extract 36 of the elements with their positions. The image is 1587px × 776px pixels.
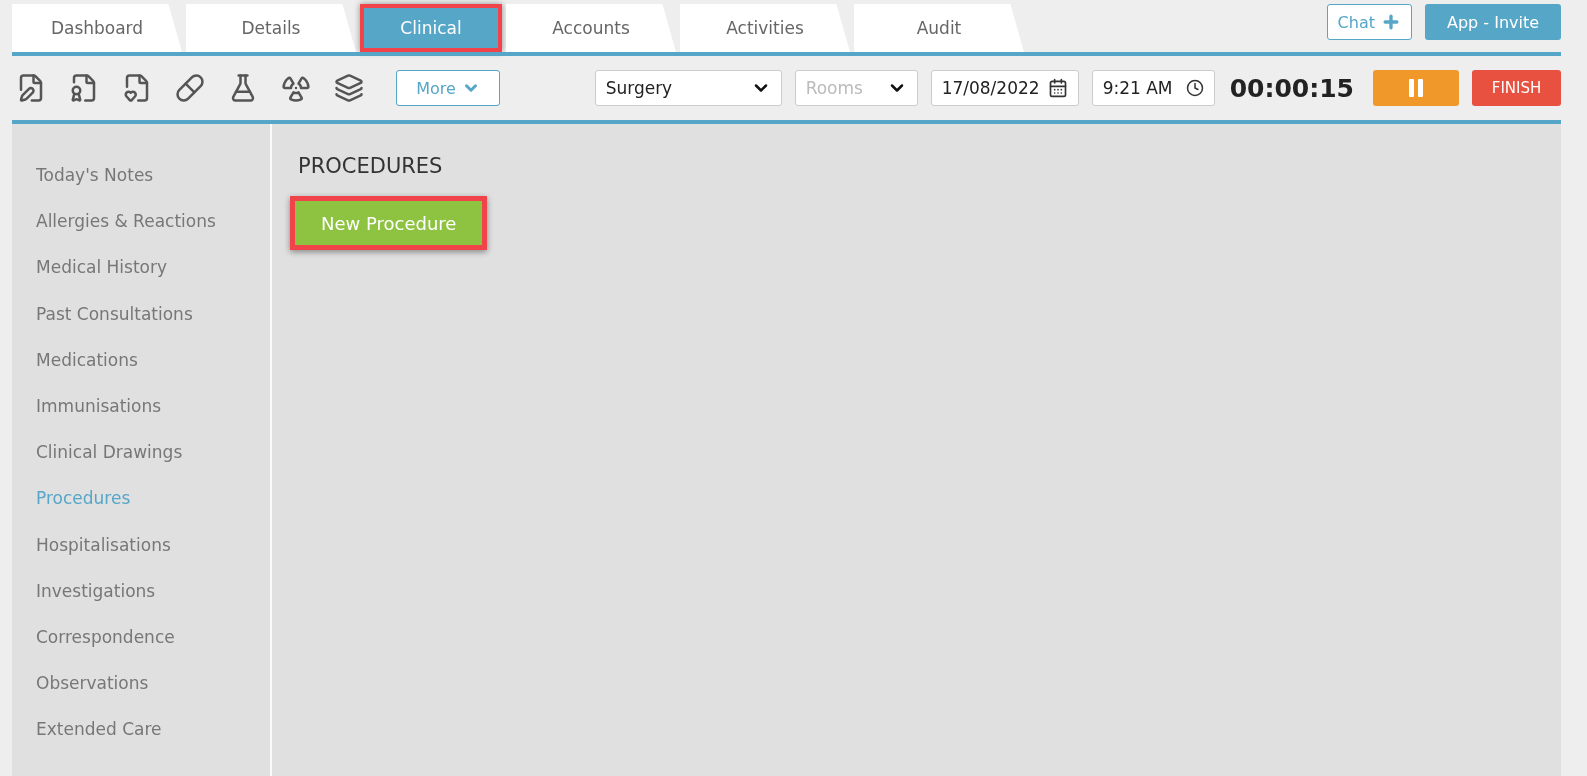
pill-icon[interactable] (175, 73, 205, 103)
tab[interactable]: Activities (680, 4, 850, 52)
finish-button[interactable]: FINISH (1472, 70, 1561, 106)
sidebar-item[interactable]: Allergies & Reactions (36, 198, 270, 245)
sidebar-item[interactable]: Hospitalisations (36, 521, 270, 568)
tab[interactable]: Accounts (506, 4, 676, 52)
layers-icon[interactable] (334, 73, 364, 103)
sidebar-item[interactable]: Today's Notes (36, 152, 270, 199)
sidebar-item[interactable]: Medical History (36, 244, 270, 291)
tab[interactable]: Details (186, 4, 356, 52)
radiation-icon[interactable] (281, 73, 311, 103)
plus-icon (1381, 12, 1401, 32)
sidebar-item[interactable]: Clinical Drawings (36, 429, 270, 476)
chat-button[interactable]: Chat (1326, 4, 1412, 40)
new-procedure-button[interactable]: New Procedure (290, 196, 488, 250)
sidebar-item[interactable]: Extended Care (36, 706, 270, 753)
sidebar-item[interactable]: Past Consultations (36, 290, 270, 337)
sidebar-item[interactable]: Correspondence (36, 613, 270, 661)
sidebar-item[interactable]: Investigations (36, 567, 270, 614)
sidebar-item[interactable]: Immunisations (36, 382, 270, 430)
calendar-icon[interactable] (1047, 78, 1068, 98)
timer: 00:00:15 (1229, 73, 1354, 103)
location-select[interactable]: Surgery (594, 70, 782, 106)
tab[interactable]: Audit (854, 4, 1024, 52)
tab[interactable]: Clinical (360, 4, 502, 52)
section-heading: PROCEDURES (298, 154, 443, 178)
sidebar-item[interactable]: Medications (36, 336, 270, 383)
more-button[interactable]: More (396, 70, 500, 106)
invite-button[interactable]: App - Invite (1425, 4, 1561, 40)
clock-icon[interactable] (1185, 79, 1204, 97)
tab[interactable]: Dashboard (12, 4, 182, 52)
sidebar-item[interactable]: Observations (36, 660, 270, 707)
date-field[interactable]: 17/08/2022 (930, 70, 1079, 106)
room-select[interactable]: Rooms (794, 70, 918, 106)
time-field[interactable]: 9:21 AM (1091, 70, 1215, 106)
sidebar-item[interactable]: Procedures (36, 475, 270, 522)
